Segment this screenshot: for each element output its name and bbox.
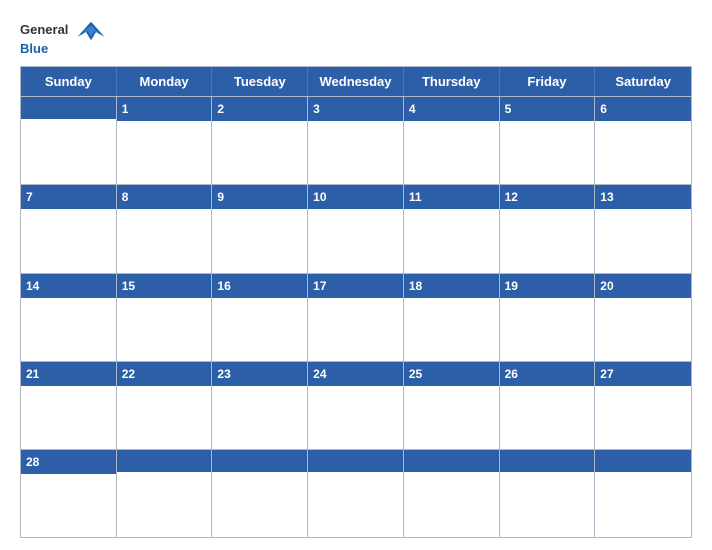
calendar-cell: 22 [117, 362, 213, 449]
calendar-cell: 17 [308, 274, 404, 361]
calendar-cell: 28 [21, 450, 117, 537]
day-header-friday: Friday [500, 67, 596, 96]
calendar-cell: 26 [500, 362, 596, 449]
calendar-cell: 27 [595, 362, 691, 449]
date-number: 19 [505, 279, 518, 293]
date-number: 18 [409, 279, 422, 293]
calendar-week-5: 28 [21, 449, 691, 537]
calendar-week-4: 21 22 23 24 25 26 27 [21, 361, 691, 449]
calendar-cell [500, 450, 596, 537]
calendar-cell: 18 [404, 274, 500, 361]
date-number: 27 [600, 367, 613, 381]
date-number: 13 [600, 190, 613, 204]
calendar-grid: SundayMondayTuesdayWednesdayThursdayFrid… [20, 66, 692, 538]
calendar-cell: 12 [500, 185, 596, 272]
calendar-cell: 21 [21, 362, 117, 449]
calendar-cell: 1 [117, 97, 213, 184]
calendar-cell: 6 [595, 97, 691, 184]
date-number: 4 [409, 102, 416, 116]
calendar-cell: 8 [117, 185, 213, 272]
calendar-cell [595, 450, 691, 537]
calendar-cell: 15 [117, 274, 213, 361]
date-number: 8 [122, 190, 129, 204]
day-header-thursday: Thursday [404, 67, 500, 96]
calendar-cell [212, 450, 308, 537]
date-number: 22 [122, 367, 135, 381]
calendar-cell: 2 [212, 97, 308, 184]
date-number: 14 [26, 279, 39, 293]
calendar-cell: 4 [404, 97, 500, 184]
calendar-cell: 14 [21, 274, 117, 361]
calendar-cell [404, 450, 500, 537]
logo-text-blue: Blue [20, 42, 48, 56]
date-number: 26 [505, 367, 518, 381]
calendar-cell: 9 [212, 185, 308, 272]
calendar-cell: 19 [500, 274, 596, 361]
calendar-cell: 3 [308, 97, 404, 184]
calendar-week-1: 1 2 3 4 5 6 [21, 96, 691, 184]
date-number: 21 [26, 367, 39, 381]
calendar-cell: 23 [212, 362, 308, 449]
date-number: 20 [600, 279, 613, 293]
calendar-page: General Blue SundayMondayTuesdayWednesda… [0, 0, 712, 550]
logo: General Blue [20, 18, 110, 56]
date-number: 9 [217, 190, 224, 204]
calendar-cell: 10 [308, 185, 404, 272]
calendar-cell: 16 [212, 274, 308, 361]
date-number: 23 [217, 367, 230, 381]
calendar-header: SundayMondayTuesdayWednesdayThursdayFrid… [21, 67, 691, 96]
date-number: 5 [505, 102, 512, 116]
calendar-body: 1234567891011121314151617181920212223242… [21, 96, 691, 537]
date-number: 11 [409, 190, 422, 204]
page-header: General Blue [20, 18, 692, 56]
date-number: 1 [122, 102, 129, 116]
calendar-cell [117, 450, 213, 537]
logo-bird-icon [72, 20, 110, 42]
date-number: 12 [505, 190, 518, 204]
calendar-week-2: 7 8 9 10 11 12 13 [21, 184, 691, 272]
date-number: 28 [26, 455, 39, 469]
calendar-week-3: 14 15 16 17 18 19 20 [21, 273, 691, 361]
date-number: 17 [313, 279, 326, 293]
date-number: 24 [313, 367, 326, 381]
day-header-saturday: Saturday [595, 67, 691, 96]
day-header-wednesday: Wednesday [308, 67, 404, 96]
date-number: 16 [217, 279, 230, 293]
day-header-monday: Monday [117, 67, 213, 96]
date-number: 10 [313, 190, 326, 204]
logo-text-general: General [20, 23, 68, 37]
day-header-tuesday: Tuesday [212, 67, 308, 96]
calendar-cell: 5 [500, 97, 596, 184]
calendar-cell [21, 97, 117, 184]
date-number: 25 [409, 367, 422, 381]
calendar-cell [308, 450, 404, 537]
calendar-cell: 20 [595, 274, 691, 361]
calendar-cell: 24 [308, 362, 404, 449]
calendar-cell: 13 [595, 185, 691, 272]
calendar-cell: 25 [404, 362, 500, 449]
calendar-cell: 7 [21, 185, 117, 272]
day-header-sunday: Sunday [21, 67, 117, 96]
date-number: 3 [313, 102, 320, 116]
date-number: 6 [600, 102, 607, 116]
date-number: 7 [26, 190, 33, 204]
date-number: 2 [217, 102, 224, 116]
date-number: 15 [122, 279, 135, 293]
calendar-cell: 11 [404, 185, 500, 272]
